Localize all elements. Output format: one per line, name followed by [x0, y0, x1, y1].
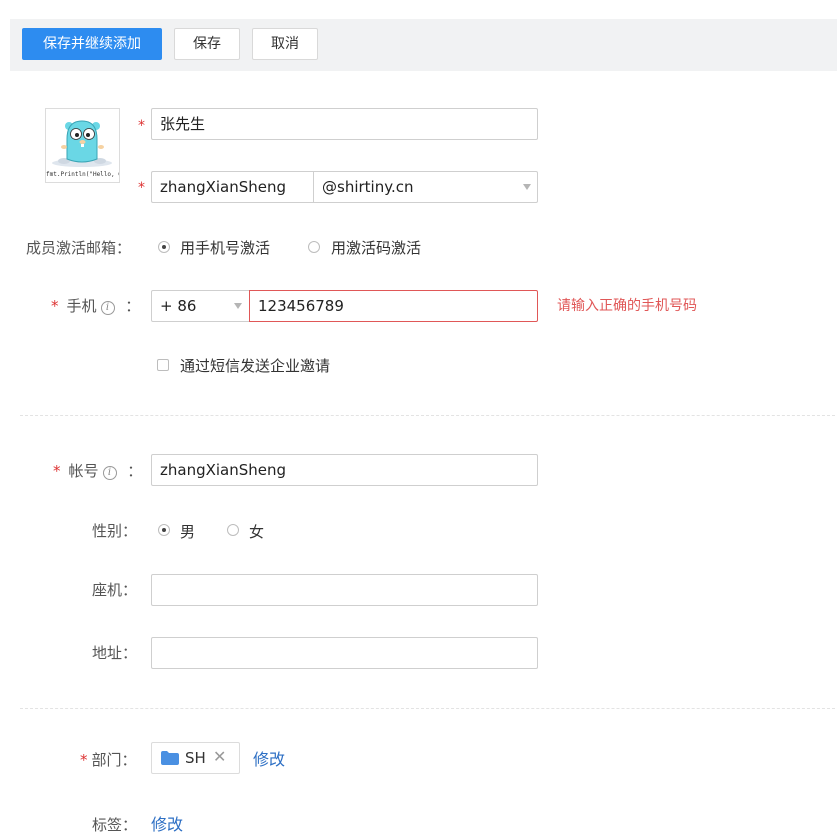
email-domain-chevron-down-icon — [523, 184, 531, 190]
account-required-mark: * — [53, 462, 61, 480]
toolbar: 保存并继续添加 保存 取消 — [10, 19, 837, 71]
department-tag: SH ✕ — [151, 742, 240, 774]
name-field[interactable]: 张先生 — [151, 108, 538, 140]
department-edit-link[interactable]: 修改 — [253, 750, 285, 770]
phone-label-text: 手机 — [66, 297, 97, 315]
phone-field[interactable]: 123456789 — [249, 290, 538, 322]
account-label-colon: ： — [127, 462, 143, 480]
gender-male-label[interactable]: 男 — [180, 522, 195, 542]
country-code-value: + 86 — [160, 297, 197, 315]
account-label: * 帐号 i ： — [53, 461, 142, 481]
activation-phone-radio[interactable] — [158, 241, 170, 253]
account-info-icon[interactable]: i — [102, 466, 117, 480]
email-required-mark: * — [138, 180, 145, 196]
save-button[interactable]: 保存 — [174, 28, 240, 60]
account-label-text: 帐号 — [68, 462, 99, 480]
avatar-caption: fmt.Println("Hello, Golang!") — [46, 171, 119, 178]
activation-code-label[interactable]: 用激活码激活 — [331, 238, 421, 258]
gopher-avatar-icon — [52, 120, 112, 167]
department-tag-close-icon[interactable]: ✕ — [213, 748, 226, 766]
gender-male-radio[interactable] — [158, 524, 170, 536]
email-domain-select[interactable]: @shirtiny.cn — [313, 171, 538, 203]
department-required-mark: * — [80, 751, 88, 769]
address-field[interactable] — [151, 637, 538, 669]
sms-invite-label[interactable]: 通过短信发送企业邀请 — [180, 356, 330, 376]
activation-phone-label[interactable]: 用手机号激活 — [180, 238, 270, 258]
save-and-continue-button[interactable]: 保存并继续添加 — [22, 28, 162, 60]
activation-code-radio[interactable] — [308, 241, 320, 253]
gender-female-label[interactable]: 女 — [249, 522, 264, 542]
tags-label: 标签： — [92, 816, 138, 834]
account-field[interactable]: zhangXianSheng — [151, 454, 538, 486]
gender-female-radio[interactable] — [227, 524, 239, 536]
phone-label: * 手机 i ： — [51, 296, 140, 316]
cancel-button[interactable]: 取消 — [252, 28, 318, 60]
landline-label: 座机： — [92, 581, 138, 599]
gender-label: 性别： — [92, 522, 138, 540]
tags-edit-link[interactable]: 修改 — [151, 815, 183, 835]
name-required-mark: * — [138, 118, 145, 134]
department-tag-label: SH — [185, 749, 206, 767]
section-divider-2 — [20, 708, 835, 709]
section-divider-1 — [20, 415, 835, 416]
department-label-text: 部门： — [91, 751, 137, 769]
phone-required-mark: * — [51, 297, 59, 315]
phone-error-message: 请输入正确的手机号码 — [557, 298, 697, 314]
department-label: * 部门： — [80, 750, 137, 770]
activation-label: 成员激活邮箱： — [26, 239, 132, 257]
sms-invite-checkbox[interactable] — [157, 359, 169, 371]
phone-info-icon[interactable]: i — [100, 301, 115, 315]
phone-label-colon: ： — [125, 297, 141, 315]
landline-field[interactable] — [151, 574, 538, 606]
email-username-field[interactable]: zhangXianSheng — [151, 171, 313, 203]
folder-icon — [161, 751, 179, 765]
address-label: 地址： — [92, 644, 138, 662]
country-code-chevron-down-icon — [234, 303, 242, 309]
email-domain-value: @shirtiny.cn — [322, 178, 414, 196]
avatar[interactable]: fmt.Println("Hello, Golang!") — [45, 108, 120, 183]
